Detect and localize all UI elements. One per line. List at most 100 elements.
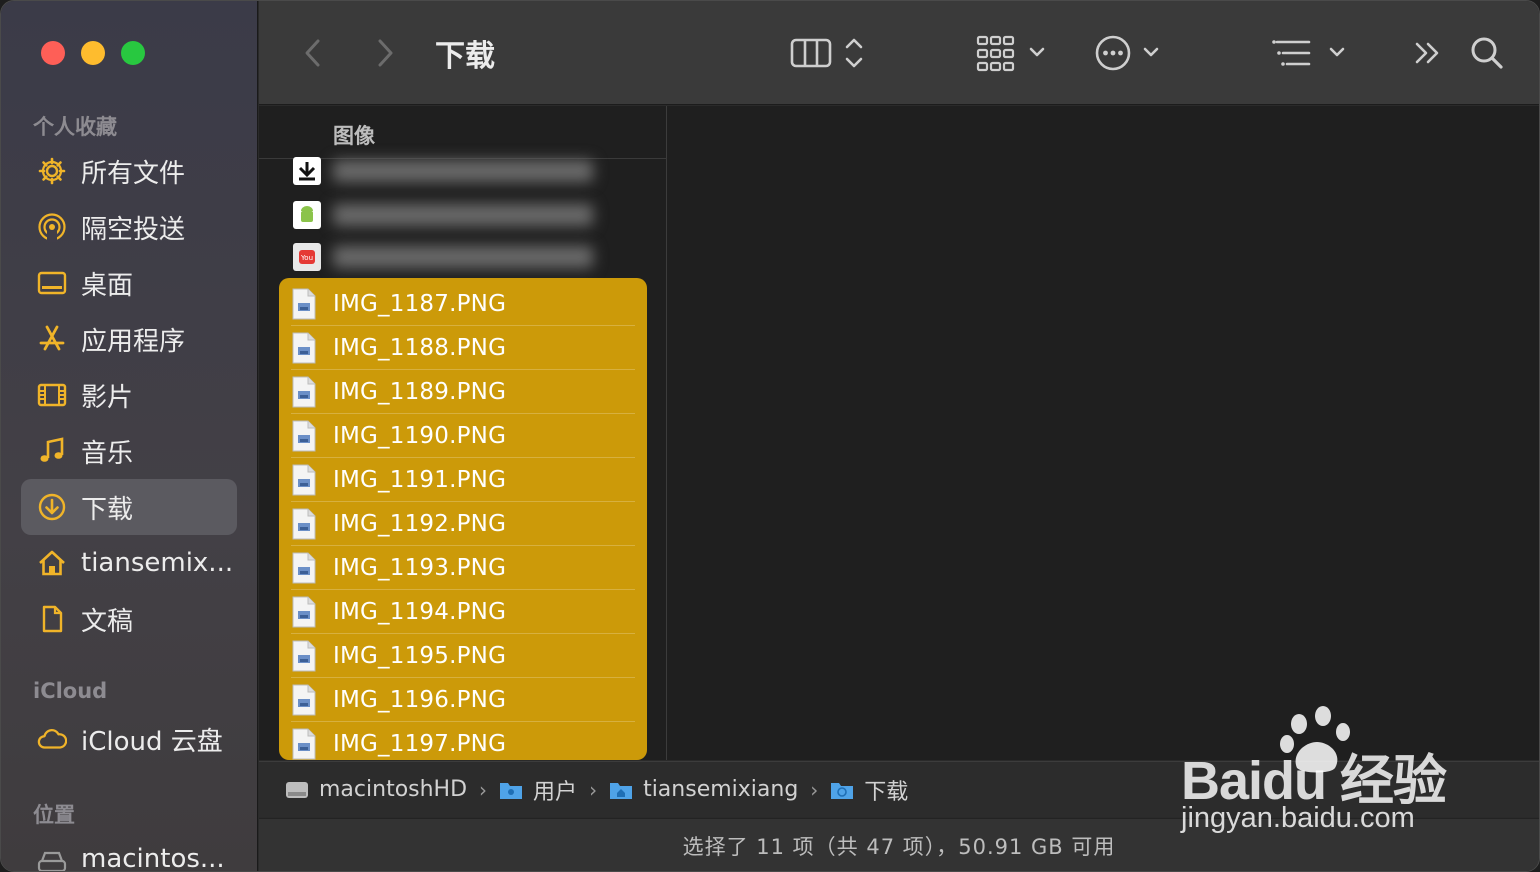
home-folder-icon [610,782,633,799]
icloud-header: iCloud [33,679,108,703]
sidebar-item-airdrop[interactable]: 隔空投送 [21,199,237,255]
youtube-icon: You [293,243,321,271]
path-bar: macintoshHD › 用户 › tiansemixiang › 下载 [259,761,1539,817]
desktop-icon [37,268,67,298]
column-view-icon [790,38,863,68]
sidebar-item-label: tiansemix... [81,548,234,578]
sidebar-item-macintosh-hd[interactable]: macintos... [21,831,237,871]
android-icon [293,201,321,229]
blurred-filename [333,204,593,226]
close-button[interactable] [41,41,65,65]
traffic-lights [41,41,145,65]
sidebar-item-downloads[interactable]: 下载 [21,479,237,535]
list-item-blurred[interactable] [293,194,593,236]
file-row[interactable]: IMG_1192.PNG [291,502,635,546]
file-name: IMG_1197.PNG [333,731,507,757]
file-row[interactable]: IMG_1187.PNG [291,282,635,326]
more-button[interactable] [1405,33,1449,73]
column-pane[interactable]: 图像 You IMG_1187.PNG IMG_1188.PNG IMG_118… [259,106,667,760]
png-file-icon [291,596,317,628]
breadcrumb-label: tiansemixiang [643,777,799,802]
appstore-icon [37,324,67,354]
disk-icon [37,844,67,871]
sidebar-item-home[interactable]: tiansemix... [21,535,237,591]
png-file-icon [291,376,317,408]
blurred-filename [333,160,593,182]
file-name: IMG_1187.PNG [333,291,507,317]
favorites-header: 个人收藏 [33,115,117,139]
view-mode-button[interactable] [789,31,869,75]
png-file-icon [291,728,317,760]
file-row[interactable]: IMG_1196.PNG [291,678,635,722]
zoom-button[interactable] [121,41,145,65]
sidebar-item-label: 音乐 [81,438,134,469]
png-file-icon [291,332,317,364]
file-row[interactable]: IMG_1194.PNG [291,590,635,634]
breadcrumb-downloads[interactable]: 下载 [830,774,908,806]
file-row[interactable]: IMG_1191.PNG [291,458,635,502]
file-name: IMG_1195.PNG [333,643,507,669]
grid-group-icon [976,35,1045,72]
sidebar-item-label: 文稿 [81,606,134,637]
sidebar-item-desktop[interactable]: 桌面 [21,255,237,311]
file-row[interactable]: IMG_1189.PNG [291,370,635,414]
film-icon [37,380,67,410]
disk-icon [286,781,308,798]
breadcrumb-macintosh-hd[interactable]: macintoshHD [285,777,467,802]
file-row[interactable]: IMG_1197.PNG [291,722,635,766]
blurred-filename [333,246,593,268]
downloads-folder-icon [831,782,854,799]
download-file-icon [293,157,321,185]
file-name: IMG_1196.PNG [333,687,507,713]
file-name: IMG_1193.PNG [333,555,507,581]
cloud-icon [37,724,67,754]
file-row[interactable]: IMG_1195.PNG [291,634,635,678]
action-button[interactable] [1093,31,1169,75]
home-icon [37,548,67,578]
chevron-right-icon [378,39,393,67]
file-name: IMG_1190.PNG [333,423,507,449]
breadcrumb-label: 下载 [864,779,909,805]
airdrop-icon [37,212,67,242]
breadcrumb-home[interactable]: tiansemixiang [609,777,798,802]
sidebar: 个人收藏 所有文件 隔空投送 桌面 应用程序 影片 音乐 下载 tiansemi… [1,1,258,871]
download-circle-icon [37,492,67,522]
sidebar-item-documents[interactable]: 文稿 [21,591,237,647]
sidebar-item-icloud-drive[interactable]: iCloud 云盘 [21,711,237,767]
chevron-right-icon: › [589,777,598,802]
window-title: 下载 [435,39,495,74]
file-row[interactable]: IMG_1193.PNG [291,546,635,590]
file-name: IMG_1188.PNG [333,335,507,361]
ellipsis-circle-icon [1095,35,1159,71]
file-name: IMG_1191.PNG [333,467,507,493]
png-file-icon [291,508,317,540]
breadcrumb-users[interactable]: 用户 [499,774,577,806]
svg-text:You: You [300,254,313,262]
sidebar-item-label: iCloud 云盘 [81,726,223,757]
sidebar-item-label: 桌面 [81,270,134,301]
file-row[interactable]: IMG_1188.PNG [291,326,635,370]
sidebar-item-label: 下载 [81,494,134,525]
list-sort-icon [1272,40,1345,66]
file-row[interactable]: IMG_1190.PNG [291,414,635,458]
document-icon [37,604,67,634]
chevron-right-icon: › [479,777,488,802]
forward-button[interactable] [367,35,403,71]
sidebar-item-music[interactable]: 音乐 [21,423,237,479]
minimize-button[interactable] [81,41,105,65]
png-file-icon [291,420,317,452]
status-text: 选择了 11 项（共 47 项），50.91 GB 可用 [682,835,1116,859]
list-item-blurred[interactable] [293,150,593,192]
sidebar-item-label: 所有文件 [81,158,186,189]
sidebar-item-movies[interactable]: 影片 [21,367,237,423]
status-bar: 选择了 11 项（共 47 项），50.91 GB 可用 [259,818,1539,871]
list-item-blurred[interactable]: You [293,236,593,278]
sidebar-item-all-files[interactable]: 所有文件 [21,143,237,199]
group-button[interactable] [975,31,1051,75]
folder-icon [500,782,523,799]
double-chevron-icon [1415,42,1439,64]
back-button[interactable] [295,35,331,71]
sort-button[interactable] [1271,31,1351,75]
search-button[interactable] [1465,31,1509,75]
sidebar-item-applications[interactable]: 应用程序 [21,311,237,367]
